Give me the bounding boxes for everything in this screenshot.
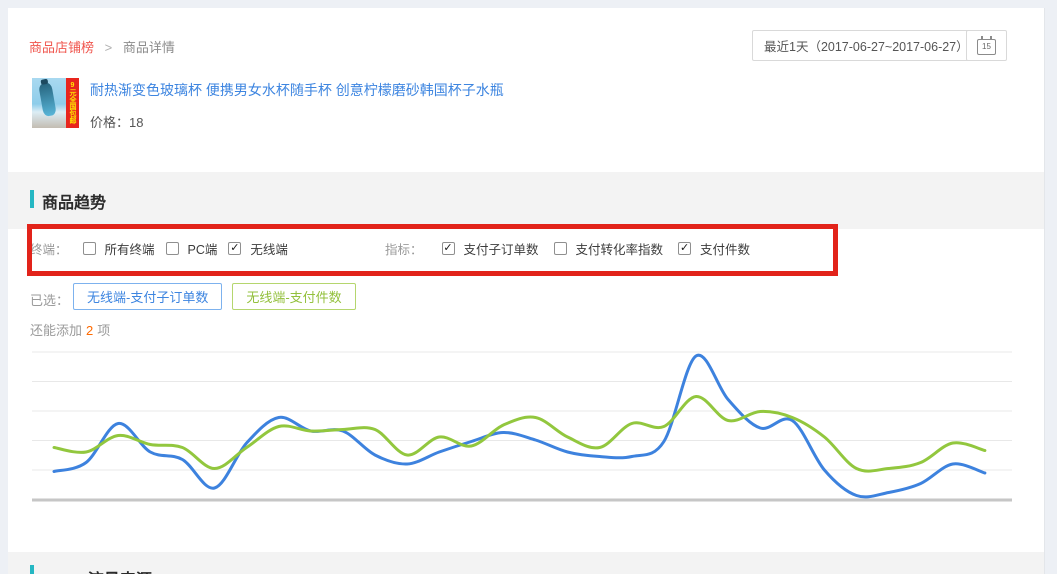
breadcrumb-separator: > bbox=[105, 40, 113, 55]
product-thumbnail[interactable]: 9元全国包邮 bbox=[32, 78, 79, 128]
calendar-button[interactable]: 15 bbox=[966, 30, 1007, 61]
check-icon: ✓ bbox=[443, 243, 452, 254]
terminal-filter-group: 终端： ✓ 所有终端 ✓ PC端 ✓ 无线端 bbox=[30, 239, 288, 258]
page: 商品店铺榜 > 商品详情 最近1天（2017-06-27~2017-06-27）… bbox=[0, 0, 1057, 574]
checkbox[interactable]: ✓ bbox=[678, 242, 691, 255]
selected-label: 已选： bbox=[30, 290, 69, 309]
remaining-count: 2 bbox=[86, 323, 93, 338]
product-badge: 9元全国包邮 bbox=[66, 78, 79, 128]
remaining-suffix: 项 bbox=[97, 323, 110, 338]
trend-section-title: 商品趋势 bbox=[42, 189, 106, 213]
calendar-day-number: 15 bbox=[982, 43, 991, 51]
trend-chart bbox=[0, 340, 1057, 510]
breadcrumb-link-rank[interactable]: 商品店铺榜 bbox=[29, 40, 94, 55]
checkbox-option[interactable]: ✓ 所有终端 bbox=[83, 239, 155, 258]
checkbox-option[interactable]: ✓ 无线端 bbox=[228, 239, 288, 258]
remaining-slots-text: 还能添加 2项 bbox=[30, 320, 110, 339]
checkbox[interactable]: ✓ bbox=[83, 242, 96, 255]
bottom-section-title: Top10流量来源 bbox=[42, 566, 152, 574]
selected-tag[interactable]: 无线端-支付子订单数 bbox=[73, 283, 222, 310]
breadcrumb: 商品店铺榜 > 商品详情 bbox=[29, 37, 175, 56]
date-range-selector[interactable]: 最近1天（2017-06-27~2017-06-27） bbox=[752, 30, 981, 61]
chart-line-blue bbox=[54, 355, 985, 497]
checkbox-option[interactable]: ✓ 支付子订单数 bbox=[442, 239, 539, 258]
metric-options: ✓ 支付子订单数 ✓ 支付转化率指数 ✓ 支付件数 bbox=[427, 239, 751, 258]
metric-filter-group: 指标： ✓ 支付子订单数 ✓ 支付转化率指数 ✓ 支付件数 bbox=[385, 239, 750, 258]
section-accent-bar-bottom bbox=[30, 565, 34, 574]
checkbox-option[interactable]: ✓ PC端 bbox=[166, 239, 218, 258]
checkbox[interactable]: ✓ bbox=[228, 242, 241, 255]
check-icon: ✓ bbox=[680, 243, 689, 254]
section-header-bottom bbox=[8, 552, 1044, 574]
product-title-link[interactable]: 耐热渐变色玻璃杯 便携男女水杯随手杯 创意柠檬磨砂韩国杯子水瓶 bbox=[90, 80, 504, 100]
breadcrumb-current: 商品详情 bbox=[123, 40, 175, 55]
bottle-image bbox=[38, 82, 57, 117]
remaining-prefix: 还能添加 bbox=[30, 323, 82, 338]
selected-tags: 无线端-支付子订单数 无线端-支付件数 bbox=[73, 283, 366, 310]
section-accent-bar bbox=[30, 190, 34, 208]
checkbox[interactable]: ✓ bbox=[554, 242, 567, 255]
checkbox-option[interactable]: ✓ 支付转化率指数 bbox=[554, 239, 664, 258]
selected-tag[interactable]: 无线端-支付件数 bbox=[232, 283, 355, 310]
product-photo bbox=[32, 78, 66, 128]
check-icon: ✓ bbox=[230, 243, 239, 254]
filter-row: 终端： ✓ 所有终端 ✓ PC端 ✓ 无线端 指标： bbox=[0, 239, 1057, 255]
calendar-icon: 15 bbox=[977, 39, 996, 55]
checkbox-option[interactable]: ✓ 支付件数 bbox=[678, 239, 750, 258]
section-header-trend bbox=[8, 172, 1044, 229]
metric-filter-label: 指标： bbox=[385, 239, 423, 258]
date-range-label: 最近1天（2017-06-27~2017-06-27） bbox=[764, 36, 969, 55]
terminal-options: ✓ 所有终端 ✓ PC端 ✓ 无线端 bbox=[72, 239, 288, 258]
product-price: 价格：18 bbox=[90, 112, 143, 131]
checkbox[interactable]: ✓ bbox=[166, 242, 179, 255]
terminal-filter-label: 终端： bbox=[30, 239, 68, 258]
checkbox[interactable]: ✓ bbox=[442, 242, 455, 255]
